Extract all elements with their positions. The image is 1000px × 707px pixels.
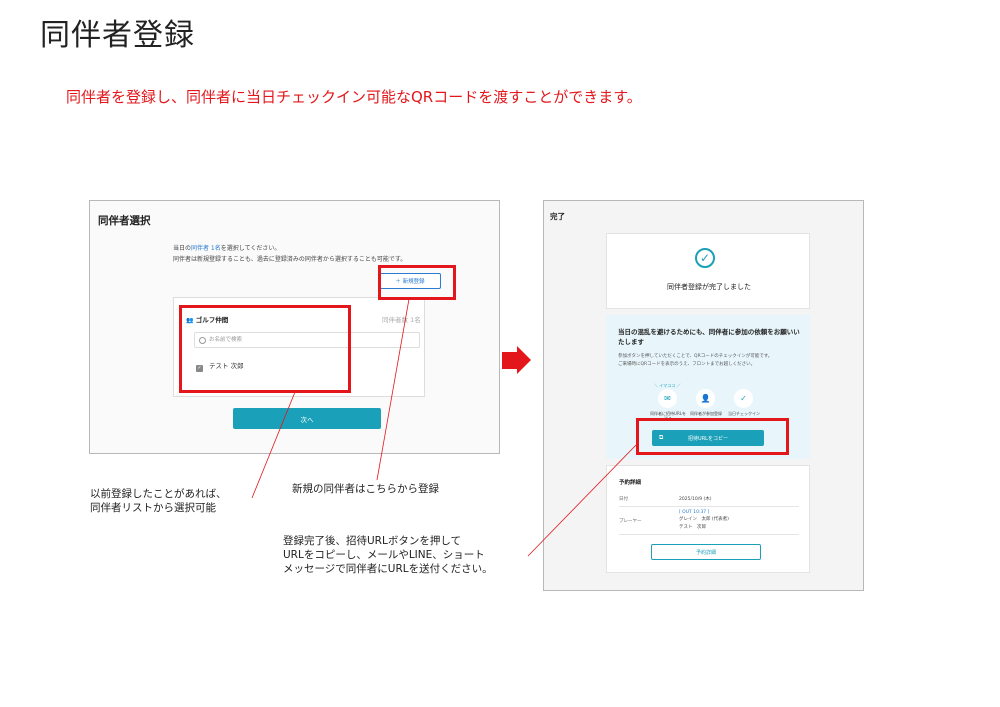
details-title: 予約詳細 bbox=[619, 480, 642, 486]
instruction-line2: 同伴者は新規登録することも、過去に登録済みの同伴者から選択することも可能です。 bbox=[173, 256, 407, 263]
notice-heading: 当日の混乱を避けるためにも、同伴者に参加の依頼をお願いいたします bbox=[618, 328, 800, 346]
date-value: 2025/10/9 (木) bbox=[679, 497, 712, 502]
players-key: プレーヤー bbox=[619, 519, 642, 524]
group-count: 同伴者数 1名 bbox=[382, 316, 421, 324]
notice-line1: 参加ボタンを押していただくことで、QRコードのチェックインが可能です。 bbox=[618, 354, 773, 359]
next-button[interactable]: 次へ bbox=[233, 408, 381, 429]
arrow-head-icon bbox=[517, 346, 531, 374]
player-1: グレイン 太郎 (代表者) bbox=[679, 517, 729, 522]
callout-existing-companions: 以前登録したことがあれば、 同伴者リストから選択可能 bbox=[90, 487, 227, 515]
callout-line: 同伴者リストから選択可能 bbox=[90, 502, 216, 514]
page-title: 同伴者登録 bbox=[40, 18, 195, 53]
callout-line: メッセージで同伴者にURLを送付ください。 bbox=[283, 563, 493, 575]
highlight-new-register bbox=[378, 265, 456, 300]
instruction-text: 当日の同伴者 1名を選択してください。 bbox=[173, 243, 280, 252]
completion-screen: 完了 ✓ 同伴者登録が完了しました 当日の混乱を避けるためにも、同伴者に参加の依… bbox=[543, 200, 864, 591]
instruction-post: を選択してください。 bbox=[220, 245, 281, 252]
page-subtitle: 同伴者を登録し、同伴者に当日チェックイン可能なQRコードを渡すことができます。 bbox=[66, 88, 642, 106]
callout-invite-url: 登録完了後、招待URLボタンを押して URLをコピーし、メールやLINE、ショー… bbox=[283, 534, 493, 576]
companion-count-link[interactable]: 同伴者 1名 bbox=[191, 245, 221, 252]
callout-line: 登録完了後、招待URLボタンを押して bbox=[283, 535, 462, 547]
instruction-pre: 当日の bbox=[173, 245, 192, 252]
divider bbox=[619, 534, 799, 535]
notice-line2: ご来場時にQRコードを表示のうえ、フロントまでお越しください。 bbox=[618, 362, 756, 367]
highlight-companion-list bbox=[179, 305, 351, 393]
completion-card: ✓ 同伴者登録が完了しました bbox=[606, 233, 810, 309]
step-text-2: 同伴者が参加登録 bbox=[690, 411, 722, 416]
callout-line: URLをコピーし、メールやLINE、ショート bbox=[283, 549, 485, 561]
reservation-details-card: 予約詳細 日付 2025/10/9 (木) [ OUT 10:37 ] プレーヤ… bbox=[606, 465, 810, 573]
screen-label: 完了 bbox=[550, 212, 565, 221]
arrow-right-icon bbox=[502, 352, 518, 369]
divider bbox=[619, 506, 799, 507]
player-2: テスト 次郎 bbox=[679, 525, 706, 530]
highlight-copy-url bbox=[636, 418, 789, 455]
callout-line: 以前登録したことがあれば、 bbox=[90, 488, 227, 500]
screen-title: 同伴者選択 bbox=[98, 215, 151, 227]
done-message: 同伴者登録が完了しました bbox=[667, 283, 751, 291]
mail-icon: ✉ bbox=[658, 389, 677, 408]
callout-new-companion: 新規の同伴者はこちらから登録 bbox=[292, 483, 439, 495]
check-circle-icon: ✓ bbox=[695, 248, 715, 268]
check-icon: ✓ bbox=[734, 389, 753, 408]
date-key: 日付 bbox=[619, 497, 628, 502]
user-check-icon: 👤 bbox=[696, 389, 715, 408]
step-text-3: 当日チェックイン bbox=[728, 411, 760, 416]
tee-time-tag: [ OUT 10:37 ] bbox=[679, 510, 710, 515]
reservation-details-button[interactable]: 予約詳細 bbox=[651, 544, 761, 560]
